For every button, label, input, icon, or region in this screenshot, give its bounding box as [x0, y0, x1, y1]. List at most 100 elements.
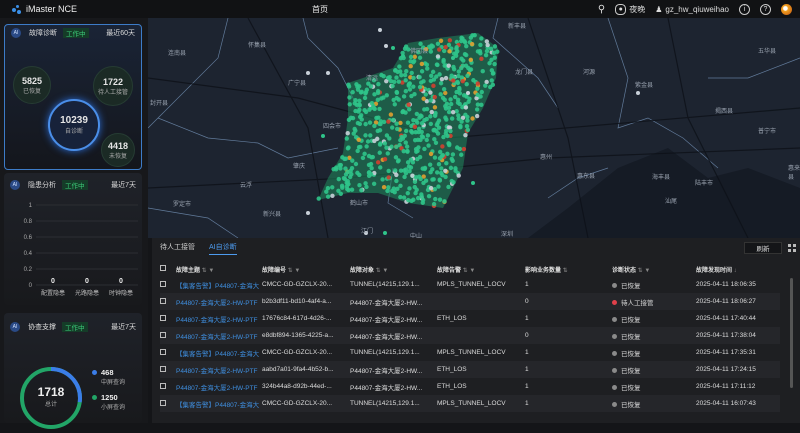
table-row[interactable]: 【集客告警】P44807-金海大 CMCC-GD-GZCLX-20... TUNNE… — [160, 395, 780, 412]
site-marker[interactable] — [398, 168, 404, 173]
site-marker[interactable] — [397, 64, 402, 69]
site-marker[interactable] — [475, 92, 480, 98]
site-marker[interactable] — [428, 114, 433, 119]
site-marker[interactable] — [466, 99, 471, 104]
site-marker[interactable] — [428, 90, 433, 95]
site-marker[interactable] — [430, 69, 436, 75]
site-marker[interactable] — [447, 141, 452, 147]
site-marker[interactable] — [465, 118, 470, 123]
site-marker[interactable] — [438, 170, 444, 176]
site-marker[interactable] — [428, 121, 434, 127]
site-marker[interactable] — [422, 166, 427, 172]
site-marker[interactable] — [443, 90, 448, 96]
site-marker[interactable] — [368, 84, 374, 89]
site-marker[interactable] — [459, 152, 464, 157]
site-marker[interactable] — [430, 177, 435, 182]
site-marker[interactable] — [418, 176, 423, 182]
site-marker[interactable] — [362, 151, 367, 157]
site-marker[interactable] — [451, 180, 456, 185]
site-marker[interactable] — [355, 170, 360, 176]
site-marker[interactable] — [447, 38, 453, 43]
site-marker[interactable] — [407, 87, 413, 92]
site-marker[interactable] — [330, 193, 335, 199]
site-marker[interactable] — [430, 167, 435, 172]
site-marker[interactable] — [484, 39, 490, 44]
site-marker[interactable] — [391, 46, 395, 50]
column-header[interactable]: 故障发现时间 ↓ — [696, 262, 780, 276]
site-marker[interactable] — [484, 48, 490, 54]
site-marker[interactable] — [344, 136, 349, 141]
site-marker[interactable] — [371, 181, 377, 186]
site-marker[interactable] — [459, 65, 464, 71]
site-marker[interactable] — [456, 173, 461, 178]
site-marker[interactable] — [479, 36, 484, 41]
site-marker[interactable] — [636, 91, 640, 95]
site-marker[interactable] — [432, 94, 437, 100]
manual-stat[interactable]: 1722 待人工接管 — [93, 66, 133, 106]
site-marker[interactable] — [411, 75, 416, 81]
site-marker[interactable] — [401, 148, 406, 154]
site-marker[interactable] — [406, 102, 411, 107]
site-marker[interactable] — [460, 78, 465, 84]
site-marker[interactable] — [409, 198, 414, 203]
site-marker[interactable] — [450, 109, 456, 115]
site-marker[interactable] — [345, 131, 350, 136]
site-marker[interactable] — [434, 62, 440, 67]
site-marker[interactable] — [433, 140, 439, 145]
site-marker[interactable] — [381, 95, 386, 100]
site-marker[interactable] — [422, 146, 427, 152]
site-marker[interactable] — [391, 97, 396, 103]
site-marker[interactable] — [432, 105, 438, 110]
site-marker[interactable] — [377, 128, 383, 133]
site-marker[interactable] — [394, 178, 399, 184]
site-marker[interactable] — [429, 73, 434, 79]
site-marker[interactable] — [457, 101, 462, 107]
site-marker[interactable] — [432, 186, 438, 192]
site-marker[interactable] — [427, 162, 433, 167]
site-marker[interactable] — [410, 160, 416, 165]
site-marker[interactable] — [394, 172, 399, 178]
site-marker[interactable] — [455, 97, 461, 102]
site-marker[interactable] — [466, 91, 470, 95]
site-marker[interactable] — [451, 56, 455, 60]
site-marker[interactable] — [359, 188, 364, 193]
site-marker[interactable] — [384, 133, 390, 138]
table-row[interactable]: P44807-金海大厦2-HW-PTF b2b3df11-bd10-4af4-a.… — [160, 293, 780, 310]
site-marker[interactable] — [385, 151, 390, 156]
site-marker[interactable] — [436, 125, 442, 130]
site-marker[interactable] — [438, 92, 443, 97]
site-marker[interactable] — [421, 79, 426, 84]
site-marker[interactable] — [411, 84, 416, 89]
site-marker[interactable] — [398, 194, 403, 200]
site-marker[interactable] — [403, 78, 408, 83]
site-marker[interactable] — [384, 145, 389, 150]
site-marker[interactable] — [465, 73, 470, 78]
site-marker[interactable] — [403, 128, 409, 134]
site-marker[interactable] — [325, 194, 331, 199]
site-marker[interactable] — [357, 102, 362, 107]
site-marker[interactable] — [411, 118, 416, 123]
site-marker[interactable] — [362, 95, 368, 101]
site-marker[interactable] — [471, 181, 475, 185]
site-marker[interactable] — [369, 155, 374, 160]
site-marker[interactable] — [439, 153, 444, 159]
fault-subject-link[interactable]: 【集客告警】P44807-金海大 — [176, 276, 262, 293]
site-marker[interactable] — [384, 44, 388, 48]
user-menu[interactable]: ♟ gz_hw_qiuweihao — [655, 5, 729, 14]
site-marker[interactable] — [465, 127, 471, 133]
site-marker[interactable] — [415, 120, 420, 125]
site-marker[interactable] — [448, 165, 454, 171]
site-marker[interactable] — [417, 84, 423, 90]
site-marker[interactable] — [401, 195, 407, 200]
fault-subject-link[interactable]: 【集客告警】P44807-金海大 — [176, 344, 262, 361]
row-checkbox[interactable] — [160, 344, 176, 361]
site-marker[interactable] — [459, 119, 464, 124]
site-marker[interactable] — [442, 97, 447, 103]
site-marker[interactable] — [446, 105, 452, 111]
site-marker[interactable] — [390, 83, 395, 89]
site-marker[interactable] — [444, 117, 449, 122]
site-marker[interactable] — [400, 109, 405, 115]
site-marker[interactable] — [448, 97, 453, 102]
site-marker[interactable] — [437, 47, 442, 52]
site-marker[interactable] — [356, 137, 362, 143]
